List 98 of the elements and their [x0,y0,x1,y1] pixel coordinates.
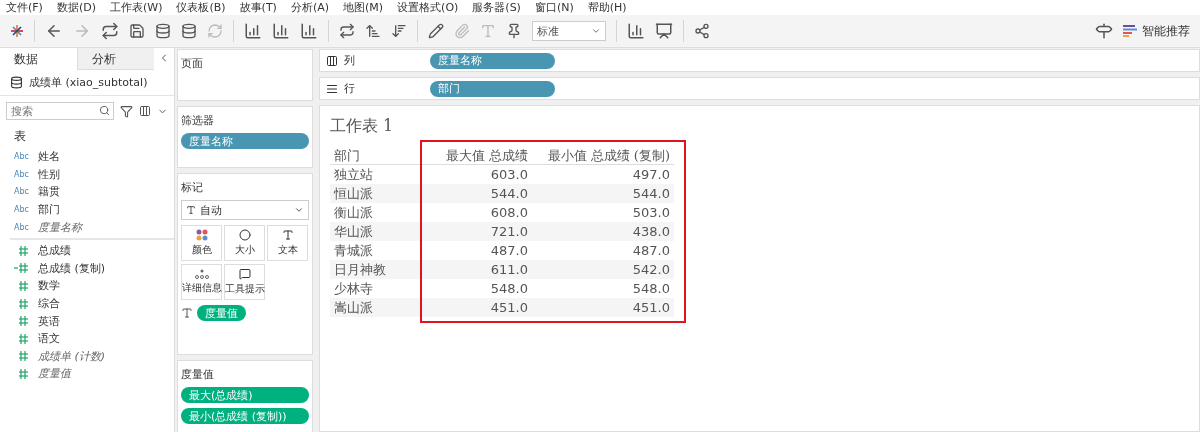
signpost-icon[interactable] [1095,22,1113,40]
field-name[interactable]: 成绩单 (计数) [38,348,106,364]
paperclip-icon[interactable] [454,23,470,39]
type-label: Abc [14,187,30,197]
mark-button[interactable]: 详细信息 [181,264,222,300]
text-icon [281,229,294,241]
recommend-button[interactable]: 智能推荐 [1123,22,1190,40]
field-name[interactable]: 姓名 [38,149,60,165]
menu-item[interactable]: 地图(M) [343,0,384,15]
column-header: 最大值 总成绩 [422,146,532,165]
database-icon [10,76,23,89]
field-name[interactable]: 英语 [38,313,60,329]
search-icon [99,105,110,116]
share-icon[interactable] [694,23,710,39]
sort-ascending-icon[interactable] [365,23,381,39]
pane-tab[interactable]: 分析 [76,48,154,70]
shelf-label: 列 [344,53,355,68]
card-title: 度量值 [181,367,215,382]
pencil-icon[interactable] [428,23,444,39]
column-header: 部门 [330,146,420,165]
search-field[interactable]: 搜索 [6,102,114,120]
menu-item[interactable]: 文件(F) [6,0,43,15]
type-label: Abc [14,205,30,215]
table-cell: 451.0 [422,298,532,317]
mark-button[interactable]: 大小 [224,225,265,261]
back-icon[interactable] [45,22,63,40]
pin-icon[interactable] [506,23,522,39]
field-name[interactable]: 度量值 [38,366,71,382]
column-header: 最小值 总成绩 (复制) [532,146,674,165]
table-cell: 544.0 [532,184,674,203]
mark-button[interactable]: 工具提示 [224,264,265,300]
chart-icon[interactable] [300,22,318,40]
menu-item[interactable]: 故事(T) [239,0,277,15]
type-label: Abc [14,222,30,232]
rows-icon [326,82,338,95]
field-name[interactable]: 综合 [38,296,60,312]
shelf-label: 行 [344,81,355,96]
mark-type-select[interactable]: 自动 [181,200,309,220]
table-cell: 611.0 [422,260,532,279]
bars-icon [1123,25,1137,37]
field-name[interactable]: 籍贯 [38,184,60,200]
card-title: 页面 [181,56,204,71]
save-icon[interactable] [129,23,145,39]
field-name[interactable]: 度量名称 [38,219,82,235]
menu-item[interactable]: 工作表(W) [110,0,163,15]
table-cell: 438.0 [532,222,674,241]
menu-item[interactable]: 数据(D) [56,0,96,15]
type-label: Abc [14,152,30,162]
menu-item[interactable]: 设置格式(O) [397,0,459,15]
table-cell: 451.0 [532,298,674,317]
fit-select[interactable]: 标准 [532,21,606,41]
row-header: 日月神教 [330,260,420,279]
row-header: 嵩山派 [330,298,420,317]
chart-icon[interactable] [627,22,645,40]
type-label: Abc [14,169,30,179]
field-name[interactable]: 总成绩 [38,243,71,259]
menu-item[interactable]: 窗口(N) [534,0,574,15]
field-name[interactable]: 总成绩 (复制) [38,260,106,276]
menu-item[interactable]: 帮助(H) [587,0,627,15]
database-icon[interactable] [155,23,171,39]
database-icon[interactable] [181,23,197,39]
logo-icon[interactable] [10,24,24,38]
mark-button[interactable]: 颜色 [181,225,222,261]
chart-icon[interactable] [272,22,290,40]
card-title: 标记 [181,180,204,195]
circles-icon [238,229,251,241]
caret-icon [294,205,304,215]
field-name[interactable]: 性别 [38,166,60,182]
menu-item[interactable]: 分析(A) [290,0,329,15]
swap-icon[interactable] [339,23,355,39]
mark-button[interactable]: 文本 [267,225,308,261]
table-cell: 544.0 [422,184,532,203]
menu-item[interactable]: 服务器(S) [472,0,521,15]
field-name[interactable]: 部门 [38,202,60,218]
text-icon [181,307,193,319]
field-name[interactable]: 语文 [38,331,60,347]
section-title: 表 [13,128,27,145]
dots-icon [195,229,208,241]
view-icon[interactable] [139,105,151,117]
presentation-icon[interactable] [655,22,673,40]
table-cell: 721.0 [422,222,532,241]
row-header: 恒山派 [330,184,420,203]
menu-item[interactable]: 仪表板(B) [176,0,226,15]
sort-descending-icon[interactable] [391,23,407,39]
chart-icon[interactable] [244,22,262,40]
field-name[interactable]: 数学 [38,278,60,294]
table-cell: 542.0 [532,260,674,279]
datasource-name: 成绩单 (xiao_subtotal) [29,75,148,90]
caret-icon [591,26,601,36]
detail-icon [194,269,209,279]
columns-icon [326,54,338,67]
tooltip-icon [238,268,251,280]
worksheet-title: 工作表 1 [330,116,395,137]
card-title: 筛选器 [181,113,215,128]
repeat-icon[interactable] [101,22,119,40]
row-header: 华山派 [330,222,420,241]
text-icon [186,205,196,215]
filter-icon[interactable] [120,104,133,118]
